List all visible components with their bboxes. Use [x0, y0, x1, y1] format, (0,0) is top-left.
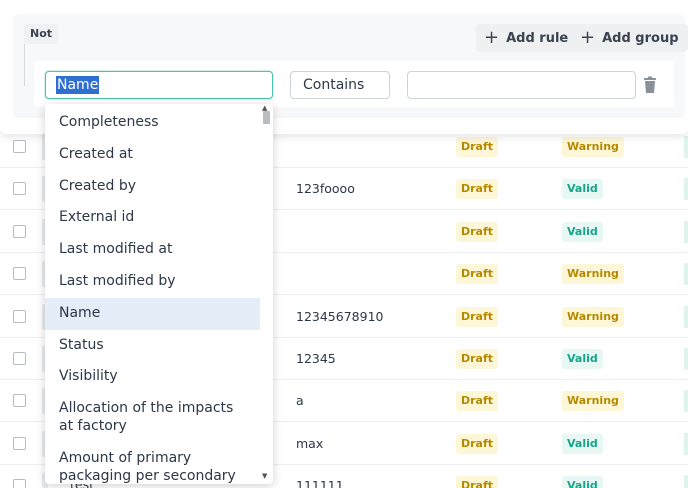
field-option[interactable]: Status [45, 330, 260, 362]
row-edge [684, 475, 688, 488]
row-edge [684, 220, 688, 243]
row-checkbox[interactable] [13, 182, 26, 196]
row-edge [684, 178, 688, 201]
field-option[interactable]: Created at [45, 139, 260, 171]
row-checkbox[interactable] [13, 479, 26, 488]
status-badge: Draft [456, 349, 499, 369]
field-option-list: Completeness Created at Created by External… [45, 107, 260, 484]
operator-select[interactable]: Contains [290, 71, 390, 99]
field-select-value[interactable]: Name [56, 76, 100, 94]
plus-icon: + [580, 27, 596, 48]
validity-badge: Valid [562, 179, 603, 200]
row-edge [684, 136, 688, 158]
status-badge: Draft [456, 476, 499, 488]
field-option[interactable]: Allocation of the impacts at factory [45, 393, 260, 443]
value-input[interactable] [407, 71, 636, 99]
status-badge: Draft [456, 391, 499, 412]
field-option[interactable]: Last modified by [45, 266, 260, 298]
add-group-button[interactable]: + Add group [572, 24, 688, 52]
field-option[interactable]: External id [45, 202, 260, 234]
row-code: max [296, 435, 324, 451]
validity-badge: Warning [562, 391, 624, 412]
validity-badge: Warning [562, 137, 624, 157]
row-code: 111111 [296, 478, 344, 488]
dropdown-scrollbar[interactable] [260, 108, 272, 482]
add-rule-button[interactable]: + Add rule [476, 24, 578, 52]
trash-icon[interactable] [642, 76, 658, 94]
validity-badge: Valid [562, 349, 603, 369]
row-code: 12345 [296, 351, 336, 366]
status-badge: Draft [456, 264, 499, 285]
plus-icon: + [484, 27, 500, 48]
validity-badge: Warning [562, 306, 624, 327]
row-edge [684, 348, 688, 370]
row-checkbox[interactable] [13, 140, 26, 153]
validity-badge: Valid [562, 433, 603, 454]
add-rule-label: Add rule [506, 30, 569, 46]
status-badge: Draft [456, 221, 499, 242]
row-edge [684, 305, 688, 328]
validity-badge: Warning [562, 264, 624, 285]
add-group-label: Add group [602, 30, 679, 46]
row-edge [684, 263, 688, 286]
scroll-down-icon[interactable]: ▼ [262, 472, 267, 480]
status-badge: Draft [456, 433, 499, 454]
status-badge: Draft [456, 137, 499, 157]
status-badge: Draft [456, 306, 499, 327]
field-option[interactable]: Visibility [45, 361, 260, 393]
row-edge [684, 390, 688, 413]
not-toggle[interactable]: Not [24, 24, 59, 44]
field-option[interactable]: Name [45, 297, 260, 330]
row-checkbox[interactable] [13, 352, 26, 365]
row-code: a [296, 393, 304, 409]
field-option[interactable]: Last modified at [45, 234, 260, 266]
field-option[interactable]: Completeness [45, 107, 260, 139]
row-edge [684, 432, 688, 455]
status-badge: Draft [456, 179, 499, 200]
row-checkbox[interactable] [13, 436, 26, 450]
row-checkbox[interactable] [13, 267, 26, 281]
row-checkbox[interactable] [13, 224, 26, 238]
validity-badge: Valid [562, 476, 603, 488]
scroll-thumb[interactable] [263, 111, 270, 124]
row-checkbox[interactable] [13, 394, 26, 408]
field-option[interactable]: Amount of primary packaging per secondar… [45, 443, 260, 484]
field-option[interactable]: Created by [45, 171, 260, 203]
validity-badge: Valid [562, 221, 603, 242]
field-select[interactable]: Name [45, 71, 273, 99]
row-code: 12345678910 [296, 308, 384, 324]
row-code: 123foooo [296, 181, 355, 197]
row-checkbox[interactable] [13, 309, 26, 323]
field-dropdown: Completeness Created at Created by External… [45, 104, 273, 484]
group-bracket [24, 44, 32, 86]
